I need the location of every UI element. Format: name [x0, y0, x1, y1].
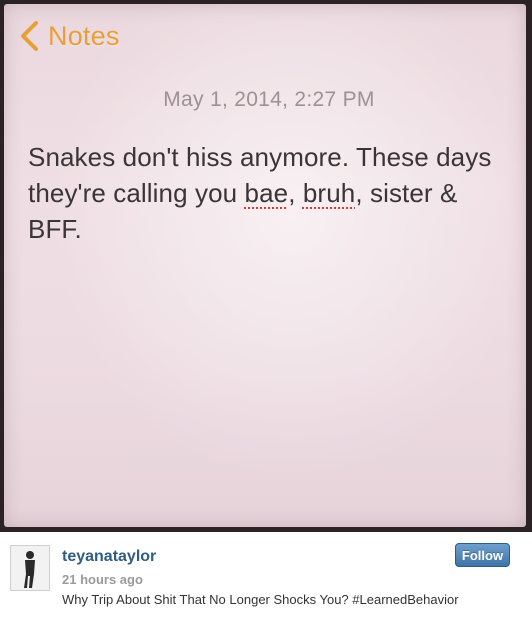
chevron-left-icon: [18, 19, 40, 53]
misspelled-word: bae: [244, 178, 289, 208]
post-photo: Notes May 1, 2014, 2:27 PM Snakes don't …: [0, 0, 532, 532]
follow-button[interactable]: Follow: [455, 543, 510, 567]
note-date: May 1, 2014, 2:27 PM: [163, 88, 375, 111]
note-body[interactable]: Snakes don't hiss anymore. These days th…: [28, 139, 508, 247]
misspelled-word: bruh: [302, 178, 356, 208]
post-timestamp: 21 hours ago: [62, 572, 143, 587]
notes-screen: Notes May 1, 2014, 2:27 PM Snakes don't …: [4, 4, 526, 527]
notes-back-button[interactable]: Notes: [18, 18, 120, 54]
username-link[interactable]: teyanataylor: [62, 548, 156, 566]
notes-back-label: Notes: [48, 20, 120, 51]
post-caption-area: teyanataylor 21 hours ago Why Trip About…: [0, 532, 532, 624]
avatar[interactable]: [10, 545, 50, 591]
note-text: ,: [288, 178, 303, 208]
post-caption: Why Trip About Shit That No Longer Shock…: [62, 592, 459, 607]
